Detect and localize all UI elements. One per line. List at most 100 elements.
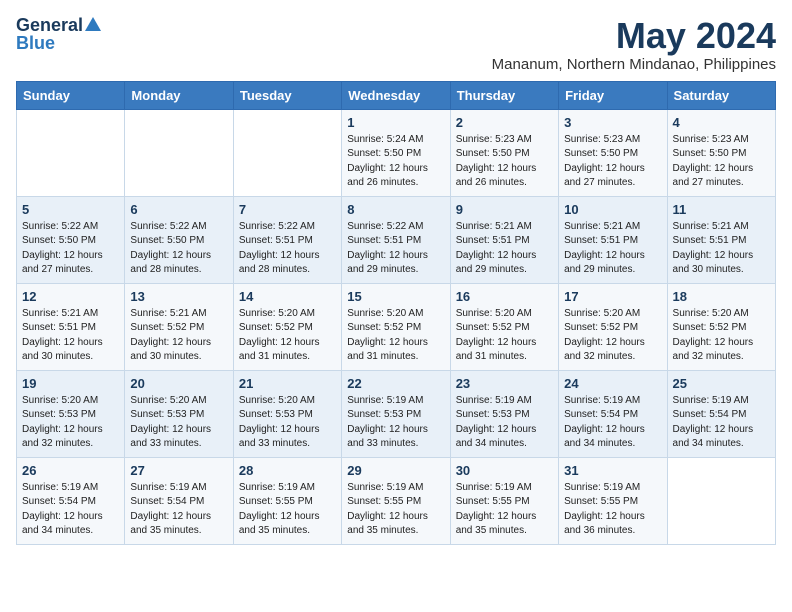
day-info: Sunrise: 5:22 AMSunset: 5:50 PMDaylight:… — [22, 220, 119, 278]
calendar-cell: 22 Sunrise: 5:19 AMSunset: 5:53 PMDayligh… — [342, 370, 450, 457]
calendar-cell: 20Sunrise: 5:20 AMSunset: 5:53 PMDayligh… — [125, 370, 233, 457]
calendar-cell — [667, 457, 775, 544]
day-info: Sunrise: 5:23 AMSunset: 5:50 PMDaylight:… — [673, 133, 770, 191]
day-number: 18 — [673, 289, 770, 304]
day-info: Sunrise: 5:19 AMSunset: 5:55 PMDaylight:… — [347, 481, 444, 539]
logo: General Blue — [16, 16, 102, 54]
calendar-week-4: 19 Sunrise: 5:20 AMSunset: 5:53 PMDayligh… — [17, 370, 776, 457]
calendar-cell: 11 Sunrise: 5:21 AMSunset: 5:51 PMDayligh… — [667, 196, 775, 283]
calendar-week-3: 12 Sunrise: 5:21 AMSunset: 5:51 PMDayligh… — [17, 283, 776, 370]
day-info: Sunrise: 5:20 AMSunset: 5:52 PMDaylight:… — [347, 307, 444, 365]
calendar-cell: 16 Sunrise: 5:20 AMSunset: 5:52 PMDayligh… — [450, 283, 558, 370]
calendar-cell: 13 Sunrise: 5:21 AMSunset: 5:52 PMDayligh… — [125, 283, 233, 370]
weekday-header-friday: Friday — [559, 81, 667, 109]
day-number: 25 — [673, 376, 770, 391]
day-number: 29 — [347, 463, 444, 478]
calendar-cell: 14 Sunrise: 5:20 AMSunset: 5:52 PMDayligh… — [233, 283, 341, 370]
calendar-cell: 12 Sunrise: 5:21 AMSunset: 5:51 PMDayligh… — [17, 283, 125, 370]
day-info: Sunrise: 5:20 AMSunset: 5:52 PMDaylight:… — [239, 307, 336, 365]
calendar-cell — [17, 109, 125, 196]
calendar-week-5: 26 Sunrise: 5:19 AMSunset: 5:54 PMDayligh… — [17, 457, 776, 544]
day-info: Sunrise: 5:19 AMSunset: 5:54 PMDaylight:… — [130, 481, 227, 539]
day-number: 27 — [130, 463, 227, 478]
day-info: Sunrise: 5:20 AMSunset: 5:52 PMDaylight:… — [456, 307, 553, 365]
day-info: Sunrise: 5:21 AMSunset: 5:51 PMDaylight:… — [673, 220, 770, 278]
month-title: May 2024 — [492, 16, 776, 56]
day-number: 19 — [22, 376, 119, 391]
day-info: Sunrise: 5:21 AMSunset: 5:51 PMDaylight:… — [564, 220, 661, 278]
location-title: Mananum, Northern Mindanao, Philippines — [492, 56, 776, 73]
calendar-cell: 27 Sunrise: 5:19 AMSunset: 5:54 PMDayligh… — [125, 457, 233, 544]
calendar-cell — [233, 109, 341, 196]
calendar-cell: 9Sunrise: 5:21 AMSunset: 5:51 PMDaylight… — [450, 196, 558, 283]
day-number: 24 — [564, 376, 661, 391]
calendar-cell: 17 Sunrise: 5:20 AMSunset: 5:52 PMDayligh… — [559, 283, 667, 370]
day-number: 6 — [130, 202, 227, 217]
day-number: 28 — [239, 463, 336, 478]
day-info: Sunrise: 5:22 AMSunset: 5:51 PMDaylight:… — [347, 220, 444, 278]
day-info: Sunrise: 5:19 AMSunset: 5:53 PMDaylight:… — [456, 394, 553, 452]
day-number: 26 — [22, 463, 119, 478]
day-info: Sunrise: 5:20 AMSunset: 5:52 PMDaylight:… — [673, 307, 770, 365]
logo-blue-text: Blue — [16, 33, 55, 53]
day-number: 7 — [239, 202, 336, 217]
day-info: Sunrise: 5:22 AMSunset: 5:51 PMDaylight:… — [239, 220, 336, 278]
day-number: 30 — [456, 463, 553, 478]
day-info: Sunrise: 5:21 AMSunset: 5:52 PMDaylight:… — [130, 307, 227, 365]
calendar-cell: 3 Sunrise: 5:23 AMSunset: 5:50 PMDaylight… — [559, 109, 667, 196]
day-info: Sunrise: 5:20 AMSunset: 5:52 PMDaylight:… — [564, 307, 661, 365]
day-info: Sunrise: 5:24 AMSunset: 5:50 PMDaylight:… — [347, 133, 444, 191]
calendar-cell: 25 Sunrise: 5:19 AMSunset: 5:54 PMDayligh… — [667, 370, 775, 457]
calendar-cell: 2Sunrise: 5:23 AMSunset: 5:50 PMDaylight… — [450, 109, 558, 196]
day-number: 10 — [564, 202, 661, 217]
weekday-header-sunday: Sunday — [17, 81, 125, 109]
day-number: 2 — [456, 115, 553, 130]
day-number: 3 — [564, 115, 661, 130]
logo-icon — [84, 15, 102, 33]
day-number: 23 — [456, 376, 553, 391]
calendar-week-1: 1 Sunrise: 5:24 AMSunset: 5:50 PMDaylight… — [17, 109, 776, 196]
day-number: 11 — [673, 202, 770, 217]
day-number: 1 — [347, 115, 444, 130]
day-number: 14 — [239, 289, 336, 304]
day-number: 13 — [130, 289, 227, 304]
calendar-cell: 5Sunrise: 5:22 AMSunset: 5:50 PMDaylight… — [17, 196, 125, 283]
calendar-cell: 23 Sunrise: 5:19 AMSunset: 5:53 PMDayligh… — [450, 370, 558, 457]
calendar-cell: 6Sunrise: 5:22 AMSunset: 5:50 PMDaylight… — [125, 196, 233, 283]
calendar-cell: 30Sunrise: 5:19 AMSunset: 5:55 PMDayligh… — [450, 457, 558, 544]
title-block: May 2024 Mananum, Northern Mindanao, Phi… — [492, 16, 776, 73]
calendar-cell: 7 Sunrise: 5:22 AMSunset: 5:51 PMDaylight… — [233, 196, 341, 283]
calendar-cell: 21 Sunrise: 5:20 AMSunset: 5:53 PMDayligh… — [233, 370, 341, 457]
calendar-cell: 29 Sunrise: 5:19 AMSunset: 5:55 PMDayligh… — [342, 457, 450, 544]
day-info: Sunrise: 5:21 AMSunset: 5:51 PMDaylight:… — [22, 307, 119, 365]
calendar-week-2: 5Sunrise: 5:22 AMSunset: 5:50 PMDaylight… — [17, 196, 776, 283]
day-info: Sunrise: 5:20 AMSunset: 5:53 PMDaylight:… — [239, 394, 336, 452]
day-number: 9 — [456, 202, 553, 217]
day-number: 12 — [22, 289, 119, 304]
day-info: Sunrise: 5:23 AMSunset: 5:50 PMDaylight:… — [564, 133, 661, 191]
day-number: 15 — [347, 289, 444, 304]
calendar-cell — [125, 109, 233, 196]
calendar-cell: 15 Sunrise: 5:20 AMSunset: 5:52 PMDayligh… — [342, 283, 450, 370]
day-number: 31 — [564, 463, 661, 478]
calendar-cell: 26Sunrise: 5:19 AMSunset: 5:54 PMDayligh… — [17, 457, 125, 544]
day-info: Sunrise: 5:19 AMSunset: 5:54 PMDaylight:… — [673, 394, 770, 452]
calendar-cell: 24 Sunrise: 5:19 AMSunset: 5:54 PMDayligh… — [559, 370, 667, 457]
calendar-cell: 1 Sunrise: 5:24 AMSunset: 5:50 PMDaylight… — [342, 109, 450, 196]
day-info: Sunrise: 5:19 AMSunset: 5:53 PMDaylight:… — [347, 394, 444, 452]
day-info: Sunrise: 5:20 AMSunset: 5:53 PMDaylight:… — [130, 394, 227, 452]
weekday-header-tuesday: Tuesday — [233, 81, 341, 109]
weekday-header-monday: Monday — [125, 81, 233, 109]
calendar-cell: 18 Sunrise: 5:20 AMSunset: 5:52 PMDayligh… — [667, 283, 775, 370]
day-number: 8 — [347, 202, 444, 217]
day-info: Sunrise: 5:20 AMSunset: 5:53 PMDaylight:… — [22, 394, 119, 452]
calendar-cell: 8 Sunrise: 5:22 AMSunset: 5:51 PMDaylight… — [342, 196, 450, 283]
day-number: 22 — [347, 376, 444, 391]
day-number: 17 — [564, 289, 661, 304]
logo-general-text: General — [16, 16, 83, 34]
day-number: 16 — [456, 289, 553, 304]
calendar-cell: 31Sunrise: 5:19 AMSunset: 5:55 PMDayligh… — [559, 457, 667, 544]
day-info: Sunrise: 5:19 AMSunset: 5:54 PMDaylight:… — [564, 394, 661, 452]
calendar-cell: 4Sunrise: 5:23 AMSunset: 5:50 PMDaylight… — [667, 109, 775, 196]
day-number: 21 — [239, 376, 336, 391]
